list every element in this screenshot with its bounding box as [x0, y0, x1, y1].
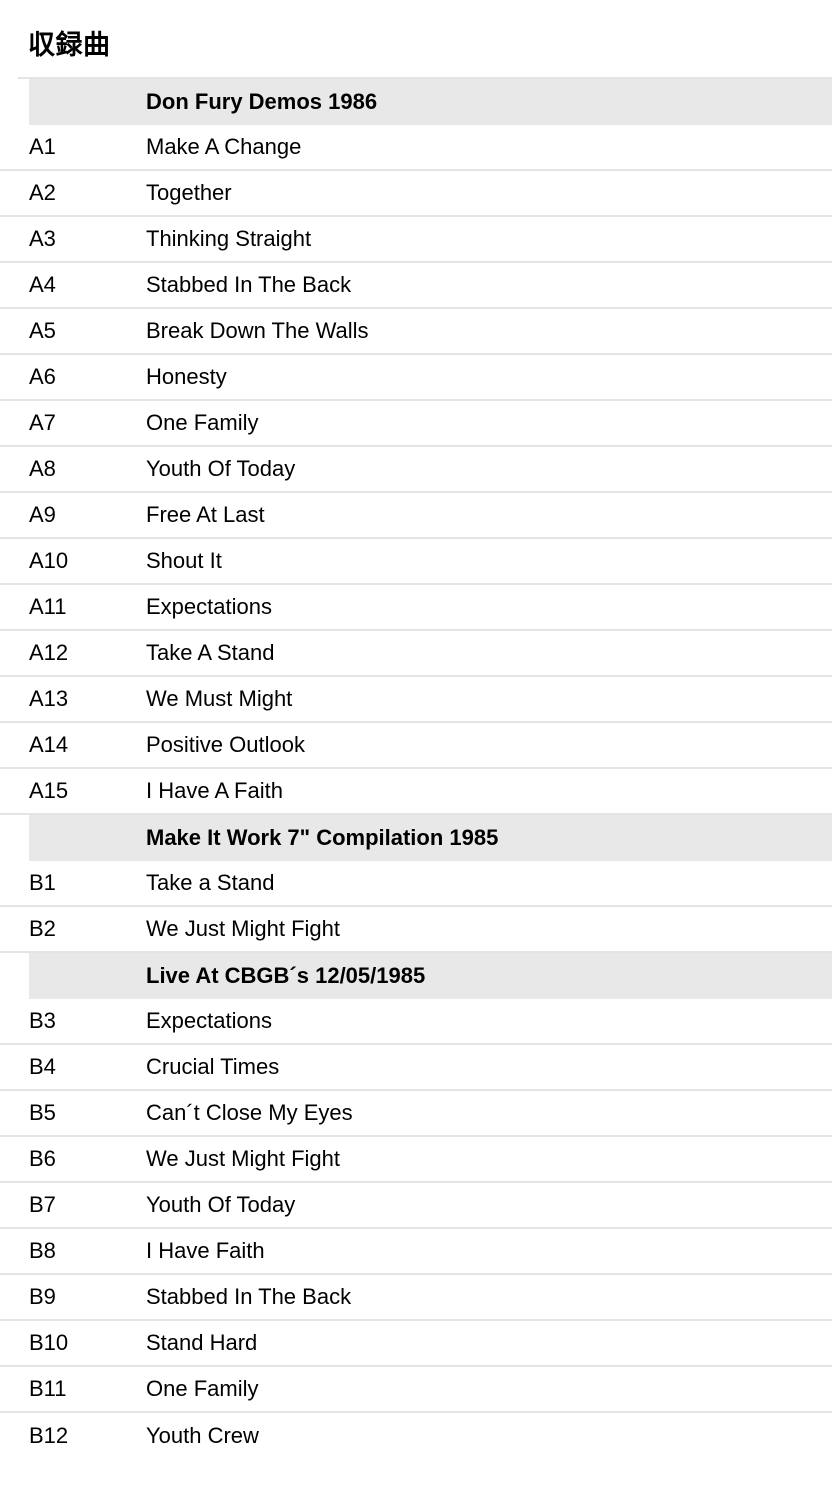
track-position: A15 — [29, 777, 69, 803]
tracklist-row[interactable]: A3 Thinking Straight — [0, 216, 832, 263]
track-title: Youth Crew — [146, 1422, 259, 1448]
section-label: Don Fury Demos 1986 — [146, 88, 378, 114]
tracklist-row[interactable]: B2 We Just Might Fight — [0, 906, 832, 953]
track-title: One Family — [146, 1375, 259, 1401]
track-position: A14 — [29, 731, 69, 757]
tracklist-row[interactable]: B8 I Have Faith — [0, 1228, 832, 1275]
track-title: Break Down The Walls — [146, 317, 369, 343]
track-position: A6 — [29, 363, 56, 389]
track-position: A2 — [29, 179, 56, 205]
tracklist-row[interactable]: B10 Stand Hard — [0, 1320, 832, 1367]
tracklist-row[interactable]: B7 Youth Of Today — [0, 1182, 832, 1229]
tracklist-row[interactable]: B9 Stabbed In The Back — [0, 1274, 832, 1321]
track-title: Stabbed In The Back — [146, 1283, 352, 1309]
track-title: Crucial Times — [146, 1053, 280, 1079]
track-title: Free At Last — [146, 501, 265, 527]
tracklist-row[interactable]: B12 Youth Crew — [0, 1412, 832, 1459]
track-title: Positive Outlook — [146, 731, 305, 757]
tracklist-row[interactable]: A1 Make A Change — [0, 124, 832, 171]
tracklist: Don Fury Demos 1986 A1 Make A Change A2 Toge… — [0, 78, 832, 1459]
track-title: Stand Hard — [146, 1329, 258, 1355]
track-title: Take a Stand — [146, 869, 275, 895]
track-position: A3 — [29, 225, 56, 251]
section-band: Don Fury Demos 1986 — [29, 78, 832, 125]
track-title: One Family — [146, 409, 259, 435]
track-position: A9 — [29, 501, 56, 527]
track-position: A8 — [29, 455, 56, 481]
track-title: Can´t Close My Eyes — [146, 1099, 353, 1125]
track-position: B5 — [29, 1099, 56, 1125]
track-title: Thinking Straight — [146, 225, 312, 251]
tracklist-row[interactable]: A14 Positive Outlook — [0, 722, 832, 769]
tracklist-row[interactable]: B1 Take a Stand — [0, 860, 832, 907]
track-position: A10 — [29, 547, 69, 573]
track-title: I Have A Faith — [146, 777, 283, 803]
track-title: Shout It — [146, 547, 222, 573]
track-title: Expectations — [146, 593, 272, 619]
track-position: B7 — [29, 1191, 56, 1217]
page-title: 収録曲 — [28, 30, 111, 60]
track-position: B9 — [29, 1283, 56, 1309]
tracklist-row[interactable]: A9 Free At Last — [0, 492, 832, 539]
section-band: Make It Work 7" Compilation 1985 — [29, 814, 832, 861]
tracklist-row[interactable]: A7 One Family — [0, 400, 832, 447]
track-position: B1 — [29, 869, 56, 895]
tracklist-section-header: Live At CBGB´s 12/05/1985 — [0, 952, 832, 999]
track-title: Take A Stand — [146, 639, 275, 665]
tracklist-row[interactable]: A5 Break Down The Walls — [0, 308, 832, 355]
track-position: B12 — [29, 1422, 69, 1448]
track-position: B11 — [29, 1375, 67, 1401]
track-title: Stabbed In The Back — [146, 271, 352, 297]
track-title: We Just Might Fight — [146, 1145, 340, 1171]
section-band: Live At CBGB´s 12/05/1985 — [29, 952, 832, 999]
tracklist-page: 収録曲 Don Fury Demos 1986 A1 Make A Change A2… — [0, 0, 832, 1500]
tracklist-row[interactable]: A8 Youth Of Today — [0, 446, 832, 493]
tracklist-row[interactable]: A2 Together — [0, 170, 832, 217]
track-position: A5 — [29, 317, 56, 343]
track-position: A7 — [29, 409, 56, 435]
tracklist-section-header: Make It Work 7" Compilation 1985 — [0, 814, 832, 861]
track-position: A1 — [29, 133, 56, 159]
tracklist-row[interactable]: A10 Shout It — [0, 538, 832, 585]
track-position: A12 — [29, 639, 69, 665]
track-position: B4 — [29, 1053, 56, 1079]
track-position: B2 — [29, 915, 56, 941]
track-title: Honesty — [146, 363, 227, 389]
track-title: Youth Of Today — [146, 1191, 296, 1217]
tracklist-row[interactable]: B4 Crucial Times — [0, 1044, 832, 1091]
track-title: Together — [146, 179, 232, 205]
track-position: B10 — [29, 1329, 69, 1355]
track-position: B8 — [29, 1237, 56, 1263]
track-title: Youth Of Today — [146, 455, 296, 481]
tracklist-row[interactable]: A15 I Have A Faith — [0, 768, 832, 815]
tracklist-row[interactable]: B5 Can´t Close My Eyes — [0, 1090, 832, 1137]
tracklist-row[interactable]: A13 We Must Might — [0, 676, 832, 723]
track-position: A11 — [29, 593, 67, 619]
tracklist-row[interactable]: A4 Stabbed In The Back — [0, 262, 832, 309]
tracklist-row[interactable]: A11 Expectations — [0, 584, 832, 631]
track-title: Make A Change — [146, 133, 302, 159]
track-position: A13 — [29, 685, 69, 711]
tracklist-row[interactable]: A12 Take A Stand — [0, 630, 832, 677]
track-position: A4 — [29, 271, 56, 297]
section-label: Live At CBGB´s 12/05/1985 — [146, 962, 426, 988]
tracklist-row[interactable]: B11 One Family — [0, 1366, 832, 1413]
track-position: B3 — [29, 1007, 56, 1033]
tracklist-section-header: Don Fury Demos 1986 — [0, 78, 832, 125]
track-title: We Just Might Fight — [146, 915, 340, 941]
track-title: We Must Might — [146, 685, 293, 711]
section-label: Make It Work 7" Compilation 1985 — [146, 824, 499, 850]
track-title: Expectations — [146, 1007, 272, 1033]
track-position: B6 — [29, 1145, 56, 1171]
track-title: I Have Faith — [146, 1237, 265, 1263]
tracklist-row[interactable]: A6 Honesty — [0, 354, 832, 401]
tracklist-row[interactable]: B3 Expectations — [0, 998, 832, 1045]
tracklist-row[interactable]: B6 We Just Might Fight — [0, 1136, 832, 1183]
